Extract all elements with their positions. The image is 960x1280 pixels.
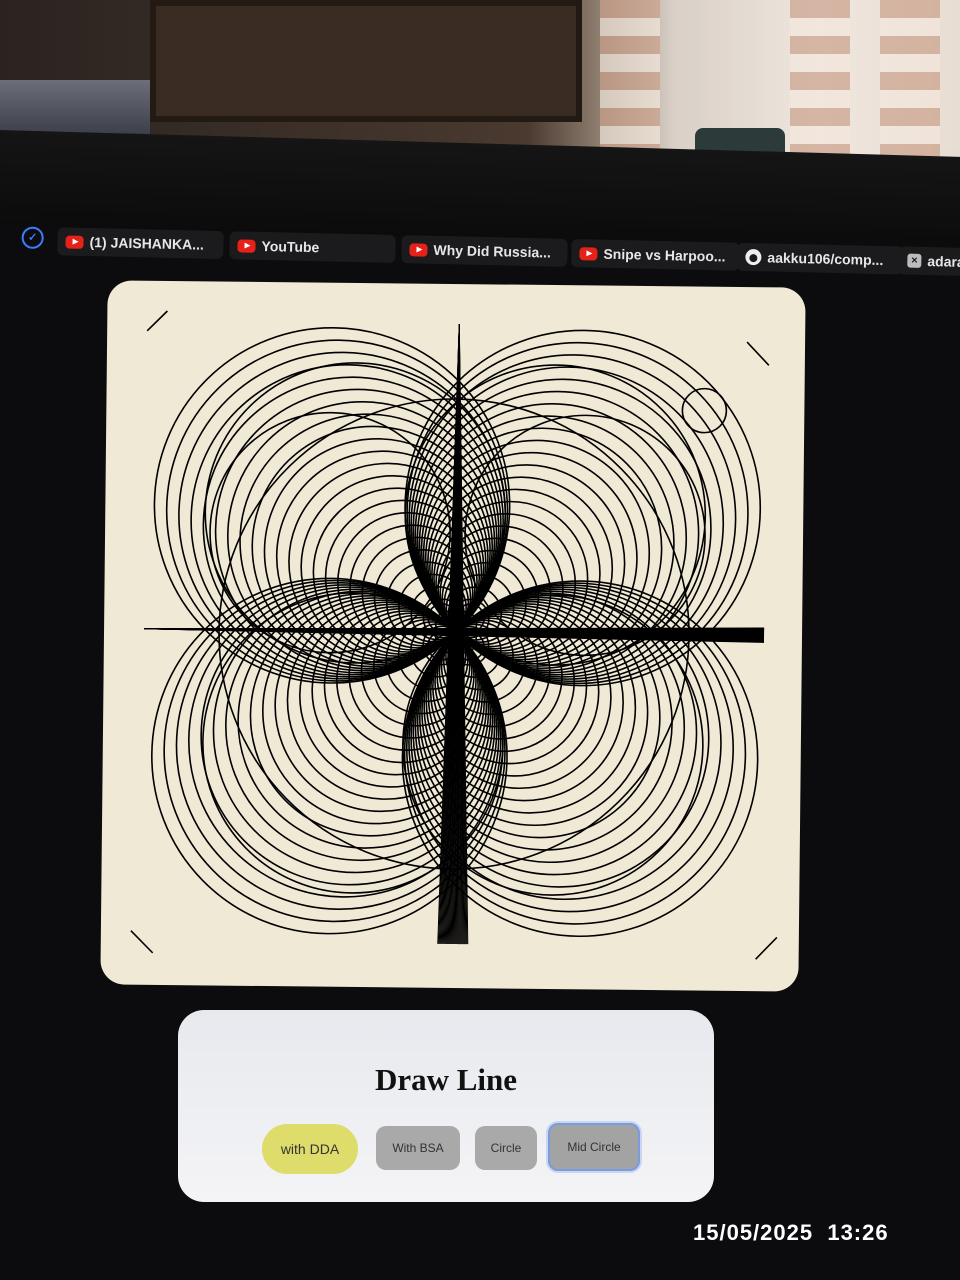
background-picture-frame — [150, 0, 582, 122]
background-curtain — [790, 0, 850, 175]
photo-timestamp: 15/05/2025 13:26 — [693, 1220, 889, 1245]
github-icon — [745, 248, 762, 266]
circle-pattern-drawing — [130, 310, 778, 960]
youtube-icon — [409, 242, 428, 257]
bsa-button[interactable]: With BSA — [376, 1126, 460, 1170]
circle-button[interactable]: Circle — [475, 1126, 537, 1170]
browser-tab[interactable]: Snipe vs Harpoo... — [571, 238, 740, 271]
browser-tab[interactable]: × adara — [899, 246, 960, 277]
mid-circle-button[interactable]: Mid Circle — [548, 1123, 640, 1171]
youtube-icon — [237, 238, 256, 253]
browser-app-icon[interactable]: ✓ — [21, 226, 44, 249]
browser-tab[interactable]: (1) JAISHANKA... — [57, 227, 224, 260]
controls-panel: Draw Line with DDA With BSA Circle Mid C… — [178, 1010, 714, 1202]
corner-line — [130, 930, 154, 954]
tab-label: Snipe vs Harpoo... — [603, 245, 726, 265]
drawn-circle — [681, 387, 728, 434]
browser-tab[interactable]: YouTube — [229, 231, 396, 263]
dda-button[interactable]: with DDA — [262, 1124, 358, 1174]
browser-tab[interactable]: aakku106/comp... — [737, 242, 904, 275]
panel-title: Draw Line — [374, 1062, 518, 1097]
background-curtain — [880, 0, 940, 175]
tab-label: (1) JAISHANKA... — [89, 234, 205, 253]
corner-line — [746, 341, 770, 366]
tab-label: aakku106/comp... — [767, 249, 884, 269]
browser-tab[interactable]: Why Did Russia... — [401, 235, 568, 267]
close-box-icon: × — [907, 253, 922, 268]
tab-label: YouTube — [261, 237, 320, 256]
background-books — [0, 80, 150, 135]
corner-line — [755, 936, 778, 960]
youtube-icon — [579, 246, 598, 261]
tab-label: Why Did Russia... — [433, 241, 552, 261]
drawing-canvas[interactable] — [100, 280, 806, 992]
youtube-icon — [65, 234, 84, 249]
corner-line — [146, 310, 168, 332]
tab-label: adara — [927, 253, 960, 270]
